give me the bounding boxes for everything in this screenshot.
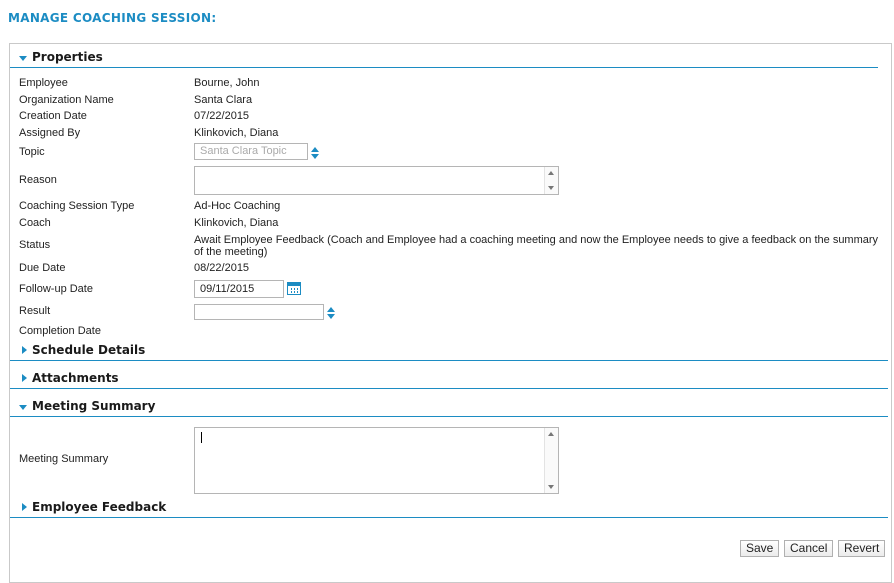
reason-label: Reason <box>19 174 57 186</box>
followup-date-label: Follow-up Date <box>19 283 93 295</box>
reason-textarea[interactable] <box>194 166 559 195</box>
followup-date-value: 09/11/2015 <box>200 283 255 295</box>
attachments-label: Attachments <box>32 371 119 385</box>
assigned-by-value: Klinkovich, Diana <box>194 127 279 139</box>
organization-label: Organization Name <box>19 94 114 106</box>
triangle-down-icon <box>19 56 27 61</box>
employee-label: Employee <box>19 77 68 89</box>
meeting-summary-label: Meeting Summary <box>19 453 109 465</box>
due-date-label: Due Date <box>19 262 66 274</box>
triangle-right-icon <box>22 346 27 354</box>
due-date-value: 08/22/2015 <box>194 262 250 274</box>
triangle-right-icon <box>22 374 27 382</box>
text-cursor <box>201 432 202 443</box>
coach-value: Klinkovich, Diana <box>194 217 279 229</box>
attachments-section-header[interactable]: Attachments <box>10 369 888 389</box>
meeting-summary-section-header[interactable]: Meeting Summary <box>10 397 888 417</box>
reason-scrollbar[interactable] <box>544 167 558 194</box>
followup-date-input[interactable]: 09/11/2015 <box>194 280 284 298</box>
properties-section-label: Properties <box>32 50 103 64</box>
topic-select[interactable]: Santa Clara Topic <box>194 143 308 160</box>
status-value: Await Employee Feedback (Coach and Emplo… <box>194 234 879 258</box>
up-down-arrows-icon[interactable] <box>311 147 320 159</box>
page-title: MANAGE COACHING SESSION: <box>8 11 217 25</box>
completion-date-label: Completion Date <box>19 325 101 337</box>
employee-feedback-label: Employee Feedback <box>32 500 167 514</box>
session-type-value: Ad-Hoc Coaching <box>194 200 281 212</box>
status-label: Status <box>19 239 51 251</box>
scroll-down-icon[interactable] <box>548 186 554 190</box>
revert-button[interactable]: Revert <box>838 540 886 557</box>
employee-value: Bourne, John <box>194 77 260 89</box>
cancel-button[interactable]: Cancel <box>784 540 834 557</box>
triangle-right-icon <box>22 503 27 511</box>
employee-feedback-section-header[interactable]: Employee Feedback <box>10 498 888 518</box>
save-button[interactable]: Save <box>740 540 780 557</box>
calendar-icon[interactable] <box>287 282 301 295</box>
scroll-up-icon[interactable] <box>548 432 554 436</box>
triangle-down-icon <box>19 405 27 410</box>
properties-section-header[interactable]: Properties <box>10 48 878 68</box>
result-label: Result <box>19 305 51 317</box>
scroll-up-icon[interactable] <box>548 171 554 175</box>
topic-label: Topic <box>19 146 45 158</box>
session-type-label: Coaching Session Type <box>19 200 135 212</box>
schedule-details-section-header[interactable]: Schedule Details <box>10 341 888 361</box>
scroll-down-icon[interactable] <box>548 485 554 489</box>
result-select[interactable] <box>194 304 324 320</box>
creation-date-value: 07/22/2015 <box>194 110 250 122</box>
creation-date-label: Creation Date <box>19 110 87 122</box>
organization-value: Santa Clara <box>194 94 253 106</box>
meeting-summary-section-label: Meeting Summary <box>32 399 156 413</box>
schedule-details-label: Schedule Details <box>32 343 146 357</box>
assigned-by-label: Assigned By <box>19 127 81 139</box>
topic-select-value: Santa Clara Topic <box>200 145 287 157</box>
meeting-summary-textarea[interactable] <box>194 427 559 494</box>
up-down-arrows-icon[interactable] <box>327 307 336 319</box>
coach-label: Coach <box>19 217 51 229</box>
meeting-summary-scrollbar[interactable] <box>544 428 558 493</box>
